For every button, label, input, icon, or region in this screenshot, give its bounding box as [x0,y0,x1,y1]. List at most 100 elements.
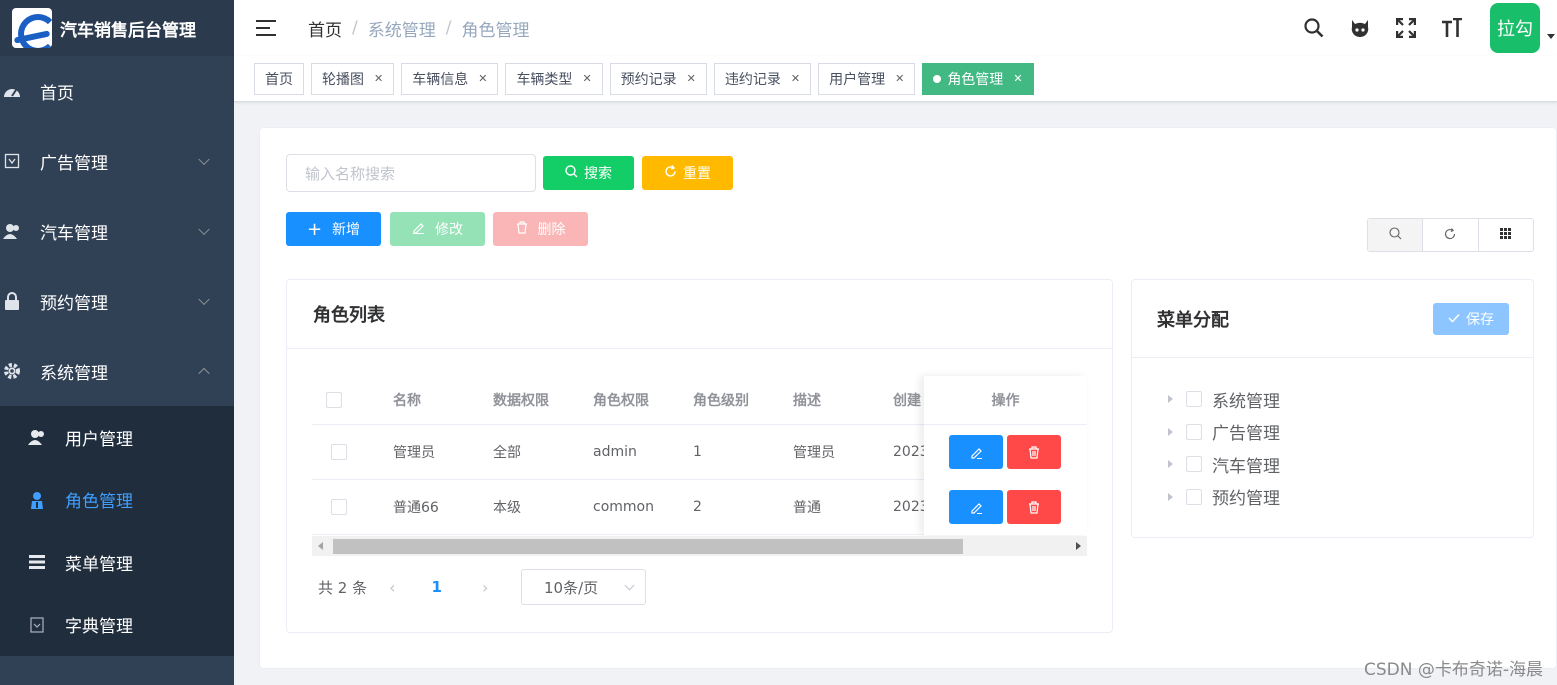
sidebar-item-label: 汽车管理 [40,223,108,244]
breadcrumb-separator: / [445,18,452,38]
column-header: 角色权限 [593,393,649,409]
horizontal-scrollbar[interactable] [312,536,1087,556]
row-actions [949,490,1061,524]
breadcrumb-item: 角色管理 [461,20,530,41]
scroll-left-icon[interactable] [318,542,323,550]
prev-page-icon[interactable]: ‹ [389,578,395,597]
caret-right-icon[interactable] [1168,460,1173,469]
fullscreen-icon[interactable] [1394,16,1418,40]
close-icon[interactable]: ✕ [582,72,591,85]
close-icon[interactable]: ✕ [791,72,800,85]
tags-view: 首页 轮播图 ✕ 车辆信息 ✕ 车辆类型 ✕ 预约记录 ✕ 违约记录 ✕ 用户管理 ✕ 角色… [234,56,1557,102]
top-navbar: 首页 / 系统管理 / 角色管理 拉勾 [234,0,1557,56]
scrollbar-thumb[interactable] [333,539,963,554]
row-edit-button[interactable] [949,490,1003,524]
logo-area[interactable]: 汽车销售后台管理 [0,0,234,56]
search-icon[interactable] [1302,16,1326,40]
breadcrumb: 首页 / 系统管理 / 角色管理 [308,16,529,41]
refresh-icon [1444,227,1456,243]
tree-checkbox[interactable] [1186,456,1202,473]
row-checkbox[interactable] [331,444,347,460]
refresh-icon [664,164,677,182]
tree-node[interactable]: 广告管理 [1168,416,1280,449]
page-size-value: 10条/页 [544,578,599,597]
save-button[interactable]: 保存 [1433,303,1509,335]
sidebar-item-dict-management[interactable]: 字典管理 [0,594,234,657]
add-button[interactable]: + 新增 [286,212,381,246]
tree-node[interactable]: 汽车管理 [1168,448,1280,481]
sidebar: 汽车销售后台管理 首页 广告管理 汽车管理 预约管理 系统管理 用户管理 角色管… [0,0,234,685]
close-icon[interactable]: ✕ [895,72,904,85]
refresh-button[interactable] [1423,219,1479,251]
check-icon [1448,311,1460,327]
tree-node-label: 汽车管理 [1212,456,1280,477]
delete-button-label: 删除 [537,222,566,238]
tag-label: 轮播图 [322,71,364,88]
tree-checkbox[interactable] [1186,488,1202,505]
caret-down-icon[interactable] [1547,33,1555,39]
next-page-icon[interactable]: › [482,578,488,597]
sidebar-item-ads[interactable]: 广告管理 [0,126,234,196]
caret-right-icon[interactable] [1168,492,1173,501]
chevron-down-icon [198,293,210,306]
breadcrumb-item[interactable]: 首页 [308,16,342,41]
tree-checkbox[interactable] [1186,391,1202,408]
sidebar-item-system[interactable]: 系统管理 [0,336,234,406]
edit-button-label: 修改 [435,222,463,238]
name-search-input[interactable]: 输入名称搜索 [286,154,536,192]
row-edit-button[interactable] [949,435,1003,469]
github-icon[interactable] [1348,16,1372,40]
sidebar-item-label: 用户管理 [65,429,133,450]
tag-violation-records[interactable]: 违约记录 ✕ [713,62,812,95]
hamburger-icon[interactable] [256,20,276,36]
sidebar-item-booking[interactable]: 预约管理 [0,266,234,336]
page-number[interactable]: 1 [432,578,442,596]
trash-icon [1029,445,1039,459]
font-size-icon[interactable] [1440,16,1464,40]
user-avatar[interactable]: 拉勾 [1490,3,1540,53]
sidebar-item-label: 角色管理 [65,492,133,513]
caret-right-icon[interactable] [1168,395,1173,404]
column-header: 创建 [893,393,921,409]
caret-right-icon[interactable] [1168,427,1173,436]
tag-carousel[interactable]: 轮播图 ✕ [311,62,395,95]
tree-node[interactable]: 系统管理 [1168,383,1280,416]
page-size-select[interactable]: 10条/页 [521,569,646,605]
sidebar-item-label: 字典管理 [65,617,133,638]
sidebar-item-label: 广告管理 [40,153,108,174]
role-name: 普通66 [393,500,439,516]
tree-checkbox[interactable] [1186,423,1202,440]
column-header: 数据权限 [493,393,549,409]
tag-home[interactable]: 首页 [254,62,304,95]
columns-button[interactable] [1479,219,1533,251]
close-icon[interactable]: ✕ [687,72,696,85]
close-icon[interactable]: ✕ [1013,72,1022,85]
tree-node[interactable]: 预约管理 [1168,481,1280,514]
close-icon[interactable]: ✕ [374,72,383,85]
tag-vehicle-type[interactable]: 车辆类型 ✕ [505,62,603,95]
search-button[interactable]: 搜索 [543,156,634,190]
sidebar-item-cars[interactable]: 汽车管理 [0,196,234,266]
tag-user-management[interactable]: 用户管理 ✕ [818,62,916,95]
scroll-right-icon[interactable] [1076,542,1081,550]
select-all-checkbox[interactable] [326,392,342,408]
sidebar-item-user-management[interactable]: 用户管理 [0,406,234,469]
edit-button[interactable]: 修改 [390,212,485,246]
sidebar-item-home[interactable]: 首页 [0,56,234,126]
sidebar-item-menu-management[interactable]: 菜单管理 [0,531,234,594]
save-button-label: 保存 [1466,312,1494,328]
role-level: 1 [693,444,702,460]
close-icon[interactable]: ✕ [478,72,487,85]
row-delete-button[interactable] [1007,435,1061,469]
row-delete-button[interactable] [1007,490,1061,524]
row-checkbox[interactable] [331,499,347,515]
sidebar-item-role-management[interactable]: 角色管理 [0,469,234,532]
tag-vehicle-info[interactable]: 车辆信息 ✕ [401,62,499,95]
reset-button[interactable]: 重置 [642,156,733,190]
toggle-search-button[interactable] [1368,219,1424,251]
tag-role-management[interactable]: 角色管理 ✕ [922,62,1034,95]
delete-button[interactable]: 删除 [493,212,588,246]
role-icon [28,491,46,509]
breadcrumb-separator: / [352,18,358,38]
tag-booking-records[interactable]: 预约记录 ✕ [609,62,707,95]
